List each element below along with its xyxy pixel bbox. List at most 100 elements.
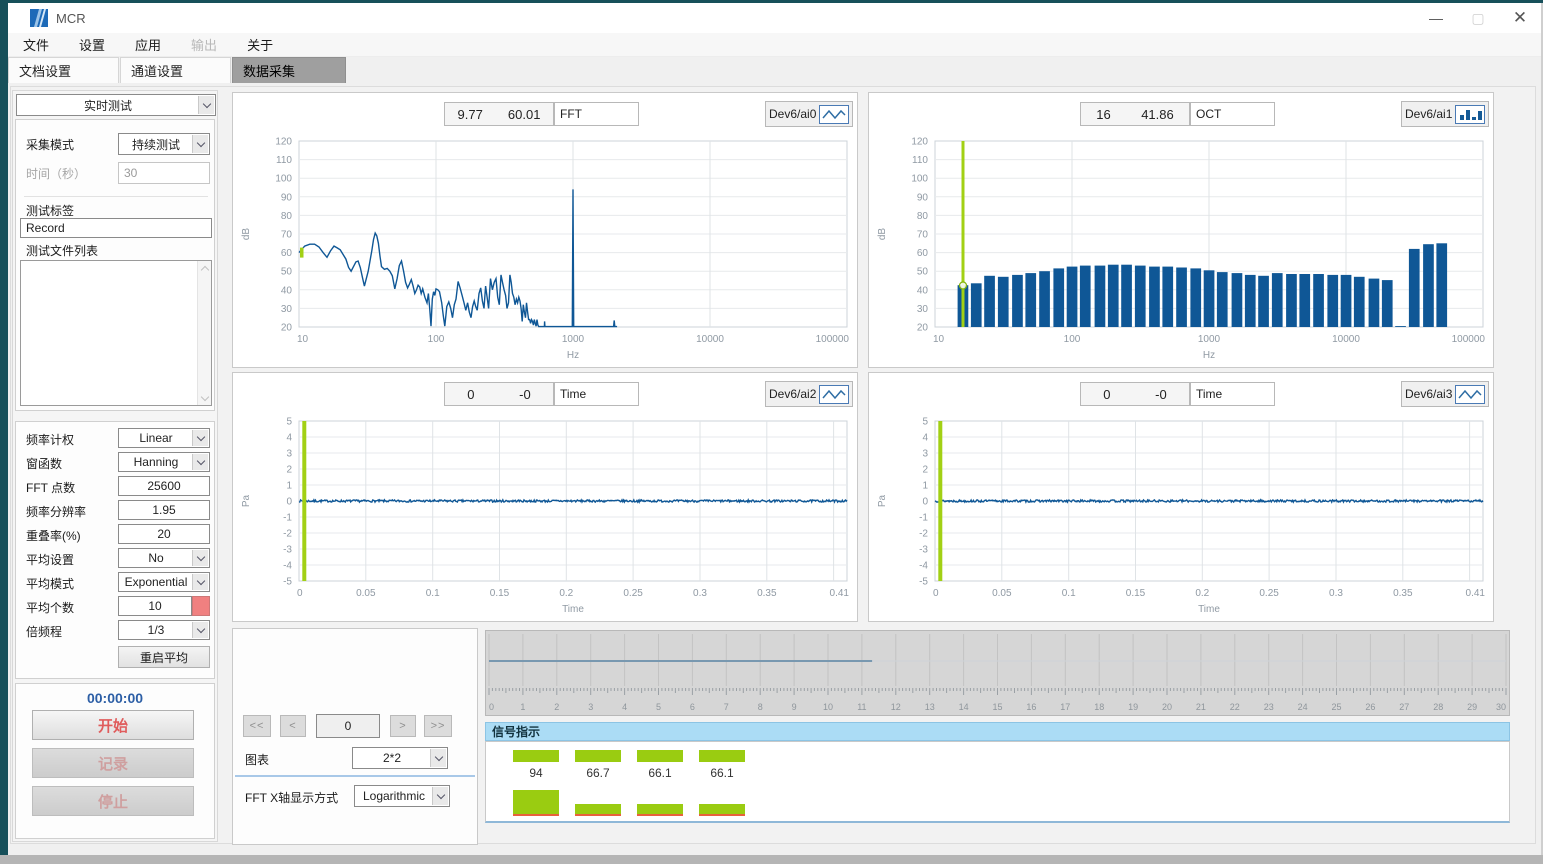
acquisition-group: 采集模式 持续测试 时间（秒） 30 测试标签 Record 测试文件列表: [15, 119, 215, 411]
nav-next-button: >: [390, 715, 416, 737]
svg-text:120: 120: [911, 137, 928, 148]
title-bar: MCR — ▢ ✕: [8, 3, 1541, 33]
tab-data-acquisition[interactable]: 数据采集: [232, 57, 346, 83]
time3-cursor-y: -0: [1155, 387, 1167, 402]
test-mode-select[interactable]: 实时测试: [16, 94, 216, 116]
avg-mode-value: Exponential: [125, 575, 188, 589]
scroll-down-icon[interactable]: [198, 391, 211, 405]
nav-index-value: 0: [316, 714, 380, 738]
svg-text:3: 3: [286, 449, 292, 460]
svg-text:27: 27: [1399, 702, 1409, 712]
svg-text:20: 20: [1162, 702, 1172, 712]
svg-text:0.05: 0.05: [356, 588, 376, 599]
start-button[interactable]: 开始: [32, 710, 194, 740]
svg-text:17: 17: [1060, 702, 1070, 712]
fft-xaxis-mode-select[interactable]: Logarithmic: [354, 785, 450, 807]
meter-baseline: [513, 814, 559, 816]
chevron-down-icon[interactable]: [192, 430, 208, 446]
signal-level-meter: [699, 804, 745, 816]
listbox-scrollbar[interactable]: [197, 261, 211, 405]
test-tag-input[interactable]: Record: [20, 218, 212, 238]
restart-average-button[interactable]: 重启平均: [118, 646, 210, 668]
svg-text:0.41: 0.41: [1466, 588, 1486, 599]
time2-channel-selector[interactable]: Dev6/ai2: [765, 381, 853, 407]
svg-text:0: 0: [933, 588, 939, 599]
tab-document-settings[interactable]: 文档设置: [8, 57, 119, 83]
svg-text:26: 26: [1365, 702, 1375, 712]
svg-text:0.35: 0.35: [1393, 588, 1413, 599]
tab-channel-settings[interactable]: 通道设置: [120, 57, 231, 83]
chevron-down-icon[interactable]: [192, 454, 208, 470]
record-timeline[interactable]: 0123456789101112131415161718192021222324…: [485, 630, 1510, 716]
freq-resolution-input[interactable]: 1.95: [118, 500, 210, 520]
minimize-button[interactable]: —: [1415, 3, 1457, 33]
svg-text:0.25: 0.25: [1259, 588, 1279, 599]
svg-text:5: 5: [656, 702, 661, 712]
menu-about[interactable]: 关于: [232, 35, 288, 54]
svg-text:2: 2: [554, 702, 559, 712]
avg-mode-label: 平均模式: [26, 575, 74, 592]
svg-text:120: 120: [275, 137, 292, 148]
overlap-input[interactable]: 20: [118, 524, 210, 544]
time2-cursor-readout: 0 -0: [444, 382, 554, 406]
svg-text:0.41: 0.41: [830, 588, 850, 599]
close-button[interactable]: ✕: [1499, 3, 1541, 33]
time2-channel-label: Dev6/ai2: [769, 387, 816, 401]
fft-xaxis-mode-value: Logarithmic: [363, 789, 425, 803]
svg-text:1000: 1000: [1198, 334, 1221, 345]
svg-text:21: 21: [1196, 702, 1206, 712]
fft-plot[interactable]: 2030405060708090100110120101001000100001…: [233, 135, 857, 367]
avg-mode-select[interactable]: Exponential: [118, 572, 210, 592]
svg-text:80: 80: [281, 211, 293, 222]
chevron-down-icon[interactable]: [432, 787, 448, 805]
fft-channel-selector[interactable]: Dev6/ai0: [765, 101, 853, 127]
test-file-listbox[interactable]: [20, 260, 212, 406]
test-mode-value: 实时测试: [84, 97, 132, 114]
run-control-group: 00:00:00 开始 记录 停止: [15, 683, 215, 839]
svg-text:-1: -1: [283, 513, 292, 524]
avg-setting-select[interactable]: No: [118, 548, 210, 568]
svg-text:70: 70: [281, 230, 293, 241]
chevron-down-icon[interactable]: [198, 96, 214, 114]
octave-select[interactable]: 1/3: [118, 620, 210, 640]
svg-text:Pa: Pa: [241, 494, 252, 507]
chevron-down-icon[interactable]: [192, 550, 208, 566]
oct-plot[interactable]: 2030405060708090100110120101001000100001…: [869, 135, 1493, 367]
scroll-up-icon[interactable]: [198, 261, 211, 275]
maximize-button[interactable]: ▢: [1457, 3, 1499, 33]
meter-baseline: [575, 814, 621, 816]
chart-layout-select[interactable]: 2*2: [352, 747, 448, 769]
chevron-down-icon[interactable]: [430, 749, 446, 767]
avg-setting-label: 平均设置: [26, 551, 74, 568]
chevron-down-icon[interactable]: [192, 135, 208, 153]
acq-mode-select[interactable]: 持续测试: [118, 133, 210, 155]
signal-lamp: [637, 750, 683, 762]
analysis-settings-group: 频率计权 Linear 窗函数 Hanning FFT 点数 25600 频率分…: [15, 421, 215, 679]
svg-text:0.3: 0.3: [1329, 588, 1343, 599]
signal-level-meter: [513, 790, 559, 816]
time2-plot[interactable]: -5-4-3-2-101234500.050.10.150.20.250.30.…: [233, 415, 857, 621]
svg-text:29: 29: [1467, 702, 1477, 712]
oct-channel-selector[interactable]: Dev6/ai1: [1401, 101, 1489, 127]
window-func-value: Hanning: [134, 455, 179, 469]
chevron-down-icon[interactable]: [192, 622, 208, 638]
menu-settings[interactable]: 设置: [64, 35, 120, 54]
menu-apply[interactable]: 应用: [120, 35, 176, 54]
svg-text:30: 30: [1496, 702, 1506, 712]
avg-count-input[interactable]: 10: [118, 596, 192, 616]
menu-file[interactable]: 文件: [8, 35, 64, 54]
fft-points-input[interactable]: 25600: [118, 476, 210, 496]
svg-text:100000: 100000: [1452, 334, 1486, 345]
time3-plot[interactable]: -5-4-3-2-101234500.050.10.150.20.250.30.…: [869, 415, 1493, 621]
svg-text:Time: Time: [1198, 604, 1220, 615]
timeline-plot[interactable]: 0123456789101112131415161718192021222324…: [486, 631, 1509, 715]
time3-channel-selector[interactable]: Dev6/ai3: [1401, 381, 1489, 407]
svg-text:16: 16: [1026, 702, 1036, 712]
window-func-select[interactable]: Hanning: [118, 452, 210, 472]
svg-text:7: 7: [724, 702, 729, 712]
svg-text:5: 5: [922, 417, 928, 428]
svg-text:dB: dB: [241, 228, 252, 241]
svg-text:0.15: 0.15: [490, 588, 510, 599]
freq-weighting-select[interactable]: Linear: [118, 428, 210, 448]
chevron-down-icon[interactable]: [192, 574, 208, 590]
